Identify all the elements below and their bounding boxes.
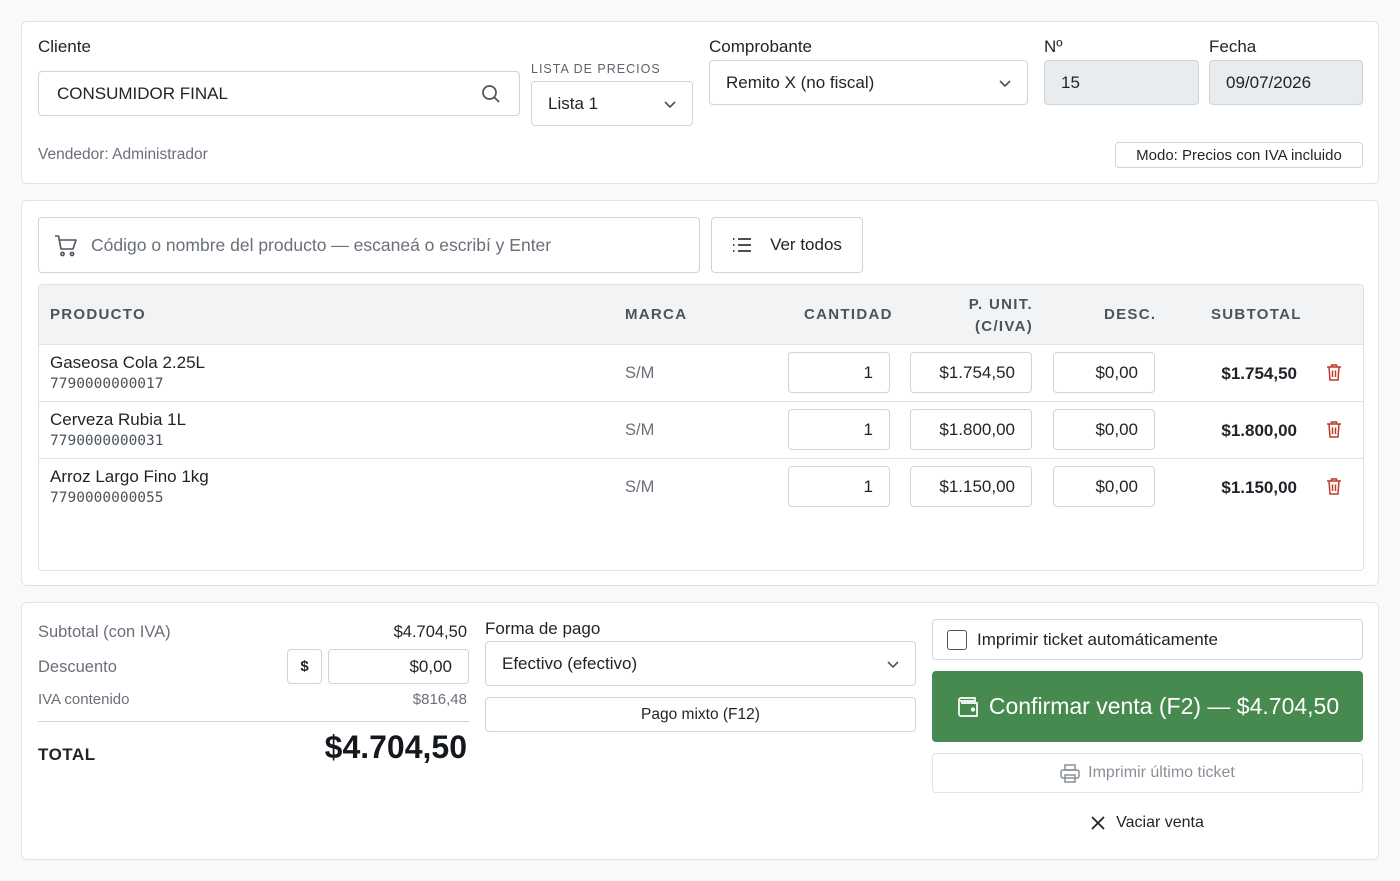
- cliente-label: Cliente: [38, 37, 91, 56]
- lista-precios-value: Lista 1: [548, 93, 599, 113]
- total-value: $4.704,50: [324, 729, 467, 765]
- forma-pago-label: Forma de pago: [485, 619, 601, 638]
- row-desc-input[interactable]: $0,00: [1053, 409, 1155, 450]
- ver-todos-label: Ver todos: [770, 235, 842, 254]
- product-search-placeholder: Código o nombre del producto — escaneá o…: [91, 234, 552, 255]
- chevron-down-icon: [664, 100, 676, 108]
- fecha-field: 09/07/2026: [1209, 60, 1363, 105]
- comprobante-label: Comprobante: [709, 37, 813, 56]
- sale-header-card: Cliente CONSUMIDOR FINAL LISTA DE PRECIO…: [21, 21, 1379, 184]
- col-desc: DESC.: [1104, 306, 1157, 323]
- forma-pago-value: Efectivo (efectivo): [502, 653, 638, 673]
- descuento-input[interactable]: $0,00: [328, 649, 469, 684]
- list-icon: [733, 238, 752, 252]
- col-punit: P. UNIT. (C/IVA): [939, 294, 1033, 338]
- col-punit-line2: (C/IVA): [975, 318, 1033, 335]
- imprimir-auto-checkbox[interactable]: [947, 629, 967, 650]
- row-subtotal: $1.800,00: [1221, 421, 1297, 440]
- fecha-value: 09/07/2026: [1226, 72, 1312, 92]
- row-cantidad-input[interactable]: 1: [788, 466, 890, 507]
- imprimir-auto-row[interactable]: Imprimir ticket automáticamente: [932, 619, 1363, 660]
- row-marca: S/M: [625, 478, 655, 496]
- table-row: Gaseosa Cola 2.25L 7790000000017 S/M 1 $…: [39, 345, 1363, 402]
- pago-mixto-label: Pago mixto (F12): [641, 705, 760, 723]
- total-label: TOTAL: [38, 745, 96, 764]
- descuento-type-symbol: $: [300, 658, 309, 675]
- imprimir-ultimo-label: Imprimir último ticket: [1088, 764, 1235, 781]
- imprimir-auto-label: Imprimir ticket automáticamente: [977, 629, 1218, 649]
- numero-label: Nº: [1044, 37, 1063, 56]
- confirmar-venta-label: Confirmar venta (F2) — $4.704,50: [988, 693, 1340, 719]
- descuento-label: Descuento: [38, 658, 117, 676]
- numero-field: 15: [1044, 60, 1199, 105]
- row-cantidad-input[interactable]: 1: [788, 352, 890, 393]
- descuento-type-toggle[interactable]: $: [287, 649, 322, 684]
- row-product-code: 7790000000055: [50, 490, 164, 506]
- col-cantidad: CANTIDAD: [804, 306, 893, 323]
- row-precio-input[interactable]: $1.754,50: [910, 352, 1032, 393]
- checkout-card: Subtotal (con IVA) $4.704,50 Descuento $…: [21, 602, 1379, 860]
- fecha-label: Fecha: [1209, 37, 1257, 56]
- row-desc-input[interactable]: $0,00: [1053, 466, 1155, 507]
- imprimir-ultimo-button[interactable]: Imprimir último ticket: [932, 753, 1363, 793]
- row-product-code: 7790000000017: [50, 376, 164, 392]
- modo-badge: Modo: Precios con IVA incluido: [1115, 142, 1363, 168]
- cart-icon: [55, 235, 77, 257]
- subtotal-label: Subtotal (con IVA): [38, 623, 171, 641]
- col-punit-line1: P. UNIT.: [968, 296, 1033, 313]
- row-subtotal: $1.150,00: [1221, 478, 1297, 497]
- search-icon[interactable]: [481, 84, 501, 104]
- cliente-search-field[interactable]: CONSUMIDOR FINAL: [38, 71, 520, 116]
- printer-icon: [1060, 763, 1080, 783]
- product-search-input[interactable]: Código o nombre del producto — escaneá o…: [38, 217, 700, 273]
- chevron-down-icon: [999, 79, 1011, 87]
- pago-mixto-button[interactable]: Pago mixto (F12): [485, 697, 916, 732]
- row-cantidad-input[interactable]: 1: [788, 409, 890, 450]
- products-table: PRODUCTO MARCA CANTIDAD P. UNIT. (C/IVA)…: [38, 284, 1364, 571]
- forma-pago-select[interactable]: Efectivo (efectivo): [485, 641, 916, 686]
- divider: [38, 721, 469, 722]
- row-desc-input[interactable]: $0,00: [1053, 352, 1155, 393]
- row-product-code: 7790000000031: [50, 433, 164, 449]
- ver-todos-button[interactable]: Ver todos: [711, 217, 863, 273]
- comprobante-select[interactable]: Remito X (no fiscal): [709, 60, 1028, 105]
- confirmar-venta-button[interactable]: Confirmar venta (F2) — $4.704,50: [932, 671, 1363, 742]
- row-marca: S/M: [625, 421, 655, 439]
- trash-icon[interactable]: [1326, 477, 1342, 496]
- iva-label: IVA contenido: [38, 691, 130, 708]
- row-product-name: Cerveza Rubia 1L: [50, 410, 187, 429]
- vaciar-venta-button[interactable]: Vaciar venta: [932, 805, 1363, 841]
- wallet-icon: [958, 696, 978, 717]
- vendedor-text: Vendedor: Administrador: [38, 146, 208, 163]
- row-marca: S/M: [625, 364, 655, 382]
- table-header: PRODUCTO MARCA CANTIDAD P. UNIT. (C/IVA)…: [39, 285, 1363, 344]
- iva-value: $816,48: [412, 691, 467, 708]
- numero-value: 15: [1061, 72, 1080, 92]
- products-card: Código o nombre del producto — escaneá o…: [21, 200, 1379, 586]
- row-product-name: Gaseosa Cola 2.25L: [50, 353, 205, 372]
- comprobante-value: Remito X (no fiscal): [726, 72, 875, 92]
- table-row: Arroz Largo Fino 1kg 7790000000055 S/M 1…: [39, 459, 1363, 516]
- trash-icon[interactable]: [1326, 363, 1342, 382]
- lista-precios-label: LISTA DE PRECIOS: [531, 62, 661, 76]
- chevron-down-icon: [887, 660, 899, 668]
- col-marca: MARCA: [625, 306, 688, 323]
- trash-icon[interactable]: [1326, 420, 1342, 439]
- col-subtotal: SUBTOTAL: [1211, 306, 1302, 323]
- row-subtotal: $1.754,50: [1221, 364, 1297, 383]
- subtotal-value: $4.704,50: [393, 623, 467, 641]
- table-row: Cerveza Rubia 1L 7790000000031 S/M 1 $1.…: [39, 402, 1363, 459]
- lista-precios-select[interactable]: Lista 1: [531, 81, 693, 126]
- vaciar-venta-label: Vaciar venta: [1116, 814, 1204, 831]
- col-producto: PRODUCTO: [50, 306, 146, 323]
- row-product-name: Arroz Largo Fino 1kg: [50, 467, 209, 486]
- row-precio-input[interactable]: $1.150,00: [910, 466, 1032, 507]
- row-precio-input[interactable]: $1.800,00: [910, 409, 1032, 450]
- cliente-value: CONSUMIDOR FINAL: [57, 83, 228, 103]
- close-icon: [1091, 816, 1105, 830]
